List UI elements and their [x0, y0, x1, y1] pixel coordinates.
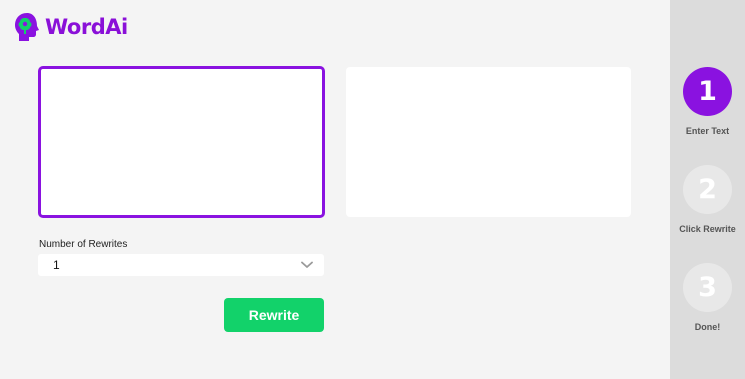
step-3-label: Done!: [694, 322, 721, 332]
brain-head-icon: [15, 13, 39, 41]
steps-sidebar: 1 Enter Text 2 Click Rewrite 3 Done!: [670, 0, 745, 379]
step-1-label: Enter Text: [685, 126, 730, 136]
input-text-area[interactable]: [38, 66, 325, 218]
step-done: 3 Done!: [670, 263, 745, 332]
step-3-circle: 3: [683, 263, 732, 312]
rewrites-select[interactable]: 1: [38, 254, 324, 276]
main-panel: WordAi Number of Rewrites 1 Rewrite: [0, 0, 670, 379]
step-1-circle: 1: [683, 67, 732, 116]
input-textarea[interactable]: [41, 69, 322, 215]
step-enter-text: 1 Enter Text: [670, 67, 745, 136]
step-2-circle: 2: [683, 165, 732, 214]
rewrites-label: Number of Rewrites: [39, 239, 128, 250]
rewrite-button[interactable]: Rewrite: [224, 298, 324, 332]
app-name: WordAi: [45, 15, 128, 39]
output-text-area: [346, 67, 631, 217]
logo[interactable]: WordAi: [13, 12, 128, 42]
step-click-rewrite: 2 Click Rewrite: [670, 165, 745, 234]
step-2-label: Click Rewrite: [679, 224, 736, 234]
rewrites-value: 1: [53, 258, 60, 272]
chevron-down-icon: [301, 261, 313, 268]
